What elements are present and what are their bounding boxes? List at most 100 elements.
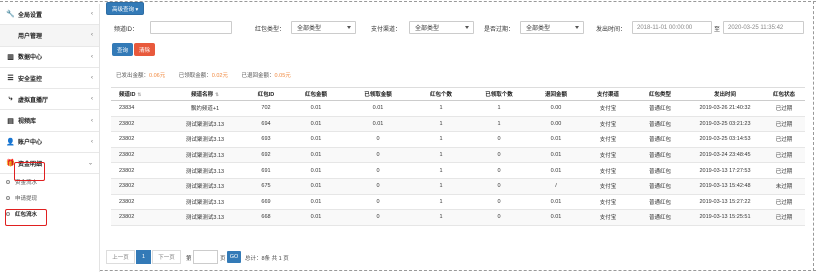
table-cell: 0.01 (289, 131, 343, 148)
table-cell: 0 (343, 178, 413, 195)
table-row: 23802 测试聚测试3.13 675 0.01 0 1 0/支付宝 普通红包 2019-03-… (111, 178, 805, 195)
column-header[interactable]: 支付渠道 (583, 87, 633, 101)
table-row: 23802 测试聚测试3.13 693 0.01 0 1 0 0.01 支付宝 普通红包 2019-… (111, 131, 805, 148)
column-header[interactable]: 已领取金额 (343, 87, 413, 101)
caret-down-icon (347, 26, 351, 29)
send-time-label: 发出时间： (596, 27, 627, 33)
table-cell: 0.01 (343, 100, 413, 117)
clear-button[interactable]: 清除 (134, 43, 156, 56)
start-time-input[interactable]: 2018-11-01 00:00:00 (632, 21, 712, 34)
table-cell: 支付宝 (583, 162, 633, 179)
table-cell: 2019-03-24 23:48:45 (687, 147, 763, 164)
frame-right (813, 1, 814, 271)
column-header[interactable]: 红包金额 (289, 87, 343, 101)
circle-icon (6, 196, 10, 201)
table-cell: 已过期 (763, 100, 805, 117)
table-cell: 1 (413, 100, 469, 117)
table-cell: 692 (243, 147, 289, 164)
chevron-left-icon: ‹ (91, 117, 93, 124)
table-cell: 普通红包 (633, 100, 687, 117)
column-header[interactable]: 已领取个数 (469, 87, 529, 101)
chevron-left-icon: ‹ (91, 96, 93, 103)
table-cell: 1 (413, 147, 469, 164)
column-header[interactable]: 频道名称 ⇅ (167, 87, 243, 101)
packet-type-select[interactable]: 全部类型 (291, 21, 356, 34)
advanced-search-button[interactable]: 高级查询 ▾ (106, 2, 145, 15)
list-icon: ☰ (7, 75, 14, 83)
table-cell: 0 (469, 209, 529, 226)
goto-page-input[interactable] (193, 250, 218, 264)
filter-row: 频道ID： 红包类型： 全部类型 支付渠道： 全部类型 是否过期： 全部类型 发… (106, 21, 808, 35)
table-cell: 支付宝 (583, 131, 633, 148)
table-cell: 0 (469, 194, 529, 211)
table-cell: 1 (469, 100, 529, 117)
table-cell: 普通红包 (633, 147, 687, 164)
nav-security-monitor[interactable]: ☰ 安全监控 ‹ (0, 68, 99, 90)
table-cell: 支付宝 (583, 178, 633, 195)
table-cell: 支付宝 (583, 100, 633, 117)
table-cell: / (529, 178, 583, 195)
table-cell: 669 (243, 194, 289, 211)
table-cell: 已过期 (763, 209, 805, 226)
table-cell: 支付宝 (583, 209, 633, 226)
table-cell: 0.01 (289, 209, 343, 226)
sidebar-item-label: 用户管理 (18, 33, 43, 40)
table-cell: 测试聚测试3.13 (167, 162, 243, 179)
table-cell: 23802 (111, 147, 167, 164)
table-cell: 0.01 (343, 116, 413, 133)
table-cell: 0.01 (529, 162, 583, 179)
sort-icon[interactable]: ⇅ (138, 92, 142, 98)
sort-icon[interactable]: ⇅ (215, 92, 219, 98)
column-header[interactable]: 频道ID ⇅ (111, 87, 167, 101)
channel-id-input[interactable] (150, 21, 232, 34)
table-cell: 23802 (111, 178, 167, 195)
next-page-button[interactable]: 下一页 (152, 250, 181, 264)
sidebar-item-label: 安全监控 (18, 76, 43, 83)
red-packet-table: 频道ID ⇅ 频道名称 ⇅ 红包ID 红包金额 已领取金额 红包个数 已领取个数 退回金额 支付渠道… (111, 87, 805, 226)
table-cell: 694 (243, 116, 289, 133)
nav-account-center[interactable]: 👤 账户中心 ‹ (0, 132, 99, 154)
page-1-button[interactable]: 1 (136, 250, 151, 264)
nav-global-settings[interactable]: 🔧 全局设置 ‹ (0, 4, 99, 26)
table-cell: 2019-03-13 15:25:51 (687, 209, 763, 226)
table-cell: 0.00 (529, 100, 583, 117)
column-header[interactable]: 退回金额 (529, 87, 583, 101)
table-cell: 2019-03-25 03:14:53 (687, 131, 763, 148)
column-header[interactable]: 红包类型 (633, 87, 687, 101)
table-cell: 0 (343, 209, 413, 226)
table-cell: 普通红包 (633, 178, 687, 195)
table-cell: 测试聚测试3.13 (167, 194, 243, 211)
column-header[interactable]: 红包ID (243, 87, 289, 101)
column-header[interactable]: 发出时间 (687, 87, 763, 101)
circle-icon (6, 180, 10, 185)
sidebar-sub-withdraw[interactable]: 申请提现 (0, 190, 99, 206)
table-row: 23802 测试聚测试3.13 692 0.01 0 1 0 0.01 支付宝 普通红包 2019-… (111, 147, 805, 164)
expired-select[interactable]: 全部类型 (520, 21, 584, 34)
nav-virtual-live[interactable]: ⤷ 虚拟直播厅 ‹ (0, 89, 99, 111)
table-cell: 0.01 (529, 131, 583, 148)
chevron-left-icon: ‹ (91, 32, 93, 39)
column-header[interactable]: 红包状态 (763, 87, 805, 101)
chevron-down-icon: ⌄ (87, 160, 93, 167)
pay-channel-select[interactable]: 全部类型 (409, 21, 474, 34)
table-cell: 0.01 (289, 147, 343, 164)
table-cell: 测试聚测试3.13 (167, 131, 243, 148)
nav-data-center[interactable]: ▥ 数据中心 ‹ (0, 47, 99, 68)
table-cell: 测试聚测试3.13 (167, 116, 243, 133)
caret-down-icon (575, 26, 579, 29)
goto-prefix: 第 (186, 256, 192, 262)
nav-video-library[interactable]: ▤ 视频库 ‹ (0, 110, 99, 132)
prev-page-button[interactable]: 上一页 (106, 250, 135, 264)
table-cell: 675 (243, 178, 289, 195)
table-cell: 1 (413, 131, 469, 148)
table-cell: 已过期 (763, 131, 805, 148)
column-header[interactable]: 红包个数 (413, 87, 469, 101)
table-cell: 23802 (111, 194, 167, 211)
go-button[interactable]: GO (227, 251, 241, 263)
table-cell: 2019-03-13 17:27:53 (687, 162, 763, 179)
query-button[interactable]: 查询 (112, 43, 134, 56)
table-cell: 0.01 (289, 178, 343, 195)
table-cell: 已过期 (763, 147, 805, 164)
nav-user-management[interactable]: 用户管理 ‹ (0, 25, 99, 47)
end-time-input[interactable]: 2020-03-25 11:35:42 (723, 21, 804, 34)
